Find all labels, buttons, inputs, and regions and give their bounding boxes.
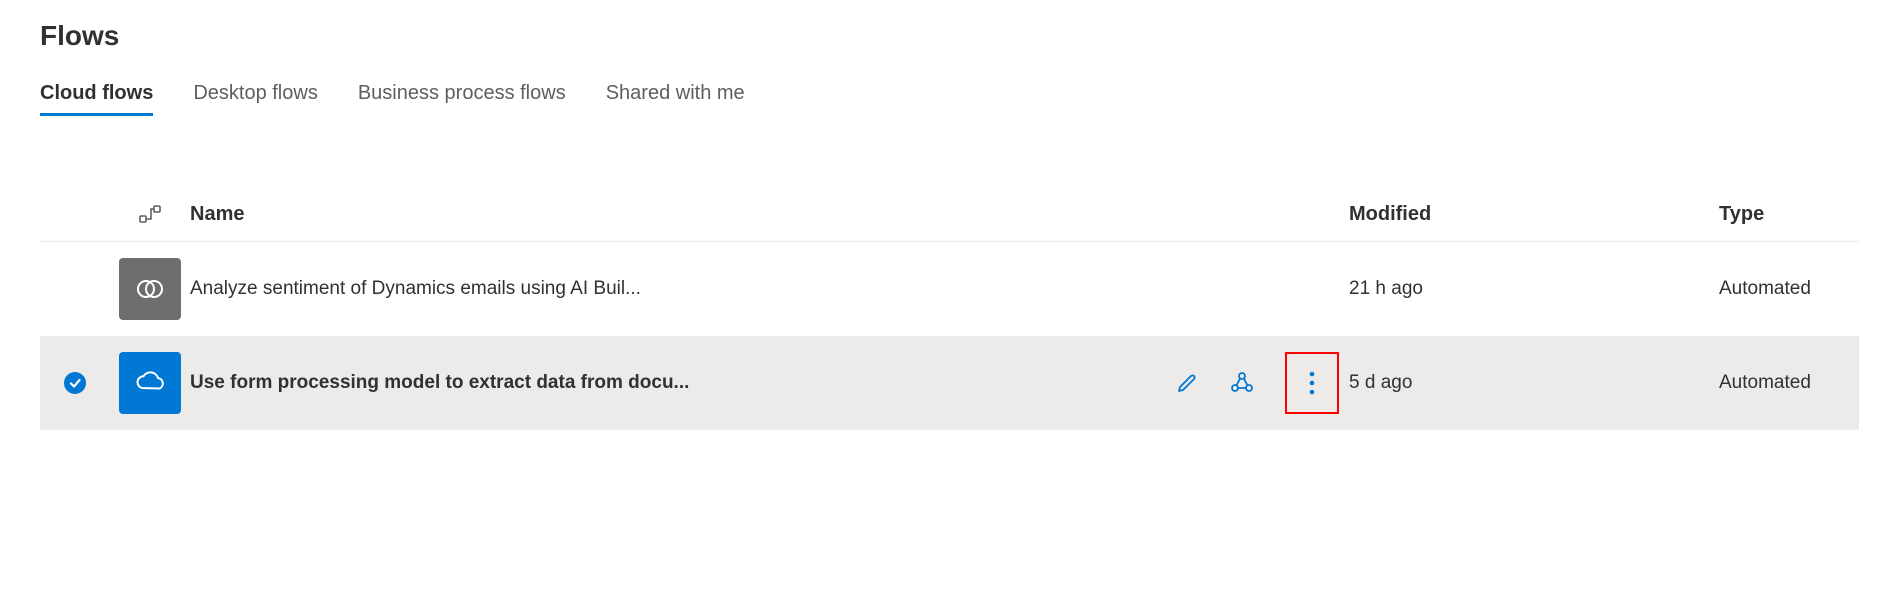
flows-table: Name Modified Type Analyze sentiment of … [40,187,1859,430]
flow-modified: 21 h ago [1349,278,1719,300]
flow-type-icon [137,201,163,227]
column-header-modified[interactable]: Modified [1349,203,1719,226]
share-icon [1229,370,1255,396]
column-header-name[interactable]: Name [190,203,1139,226]
tabs: Cloud flows Desktop flows Business proce… [40,82,1859,117]
flow-modified: 5 d ago [1349,372,1719,394]
flow-type: Automated [1719,278,1859,300]
tab-business-process-flows[interactable]: Business process flows [358,82,566,116]
checkmark-icon [64,372,86,394]
column-header-type[interactable]: Type [1719,203,1859,226]
vertical-dots-icon [1309,370,1315,396]
flow-name[interactable]: Use form processing model to extract dat… [190,372,689,394]
pencil-icon [1175,371,1199,395]
more-actions-button[interactable] [1285,352,1339,414]
tab-desktop-flows[interactable]: Desktop flows [193,82,318,116]
page-title: Flows [40,20,1859,52]
flow-name[interactable]: Analyze sentiment of Dynamics emails usi… [190,278,641,300]
table-row[interactable]: Analyze sentiment of Dynamics emails usi… [40,242,1859,336]
edit-button[interactable] [1175,371,1199,395]
onedrive-icon [119,352,181,414]
tab-cloud-flows[interactable]: Cloud flows [40,82,153,116]
share-button[interactable] [1229,370,1255,396]
flow-type: Automated [1719,372,1859,394]
table-row[interactable]: Use form processing model to extract dat… [40,336,1859,430]
dynamics-icon [119,258,181,320]
row-selector[interactable] [40,372,110,394]
tab-shared-with-me[interactable]: Shared with me [606,82,745,116]
table-header: Name Modified Type [40,187,1859,242]
